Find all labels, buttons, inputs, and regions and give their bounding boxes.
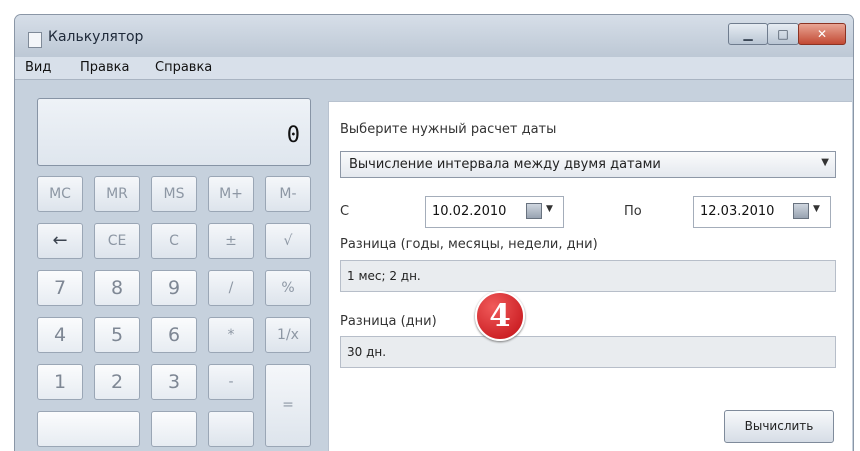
key-mc[interactable]: MC: [37, 176, 83, 212]
key-backspace[interactable]: ←: [37, 223, 83, 259]
key-5[interactable]: 5: [94, 317, 140, 353]
minimize-button[interactable]: ▁: [728, 23, 768, 45]
key-multiply[interactable]: *: [208, 317, 254, 353]
difference-field: 1 мес; 2 дн.: [340, 260, 836, 292]
calendar-icon[interactable]: [526, 203, 542, 219]
calc-mode-value: Вычисление интервала между двумя датами: [349, 157, 661, 172]
key-2[interactable]: 2: [94, 364, 140, 400]
key-4[interactable]: 4: [37, 317, 83, 353]
key-sqrt[interactable]: √: [265, 223, 311, 259]
from-label: С: [340, 204, 350, 219]
calculator-app-icon: [28, 32, 42, 48]
difference-value: 1 мес; 2 дн.: [347, 269, 421, 283]
key-c[interactable]: C: [151, 223, 197, 259]
close-icon: ✕: [816, 27, 828, 41]
key-decimal-partial[interactable]: [151, 411, 197, 447]
key-1[interactable]: 1: [37, 364, 83, 400]
to-date-value: 12.03.2010: [700, 204, 775, 219]
display-value: 0: [286, 123, 300, 148]
minimize-icon: ▁: [743, 27, 753, 41]
key-minus[interactable]: -: [208, 364, 254, 400]
key-percent[interactable]: %: [265, 270, 311, 306]
key-ce[interactable]: CE: [94, 223, 140, 259]
key-7[interactable]: 7: [37, 270, 83, 306]
maximize-button[interactable]: □: [767, 23, 799, 45]
date-calc-prompt: Выберите нужный расчет даты: [340, 122, 557, 137]
chevron-down-icon: ▼: [813, 204, 820, 214]
key-3[interactable]: 3: [151, 364, 197, 400]
key-plus-minus[interactable]: ±: [208, 223, 254, 259]
menu-view[interactable]: Вид: [25, 60, 51, 75]
calendar-icon[interactable]: [793, 203, 809, 219]
date-calculation-panel: Выберите нужный расчет даты Вычисление и…: [328, 101, 852, 451]
key-9[interactable]: 9: [151, 270, 197, 306]
step-number-badge: 4: [475, 291, 525, 341]
calculate-button[interactable]: Вычислить: [724, 410, 834, 443]
to-date-picker[interactable]: 12.03.2010 ▼: [693, 196, 831, 228]
close-button[interactable]: ✕: [798, 23, 846, 45]
menu-help[interactable]: Справка: [155, 60, 212, 75]
key-ms[interactable]: MS: [151, 176, 197, 212]
key-mr[interactable]: MR: [94, 176, 140, 212]
to-label: По: [624, 204, 642, 219]
key-6[interactable]: 6: [151, 317, 197, 353]
window-title: Калькулятор: [48, 29, 144, 45]
key-8[interactable]: 8: [94, 270, 140, 306]
dropdown-arrow-icon: ▼: [821, 157, 829, 168]
key-reciprocal[interactable]: 1/x: [265, 317, 311, 353]
calculator-display: 0: [37, 98, 311, 166]
difference-days-value: 30 дн.: [347, 345, 387, 359]
menu-bar: Вид Правка Справка: [15, 57, 853, 80]
menu-edit[interactable]: Правка: [80, 60, 129, 75]
difference-days-label: Разница (дни): [340, 314, 437, 329]
difference-days-field: 30 дн.: [340, 336, 836, 368]
main-content: 0 MC MR MS M+ M- ← CE C ± √ 7 8 9 / % 4 …: [15, 80, 853, 451]
key-m-minus[interactable]: M-: [265, 176, 311, 212]
key-0-partial[interactable]: [37, 411, 140, 447]
key-divide[interactable]: /: [208, 270, 254, 306]
calculator-keypad: 0 MC MR MS M+ M- ← CE C ± √ 7 8 9 / % 4 …: [33, 96, 329, 451]
title-bar[interactable]: Калькулятор ▁ □ ✕: [15, 15, 853, 57]
key-plus-partial[interactable]: [208, 411, 254, 447]
calc-mode-dropdown[interactable]: Вычисление интервала между двумя датами …: [340, 151, 836, 178]
difference-label: Разница (годы, месяцы, недели, дни): [340, 237, 598, 252]
calculator-window: Калькулятор ▁ □ ✕ Вид Правка Справка 0 M…: [14, 14, 854, 451]
from-date-value: 10.02.2010: [432, 204, 507, 219]
key-equals[interactable]: =: [265, 364, 311, 447]
key-m-plus[interactable]: M+: [208, 176, 254, 212]
chevron-down-icon: ▼: [546, 204, 553, 214]
from-date-picker[interactable]: 10.02.2010 ▼: [425, 196, 564, 228]
maximize-icon: □: [777, 27, 789, 41]
